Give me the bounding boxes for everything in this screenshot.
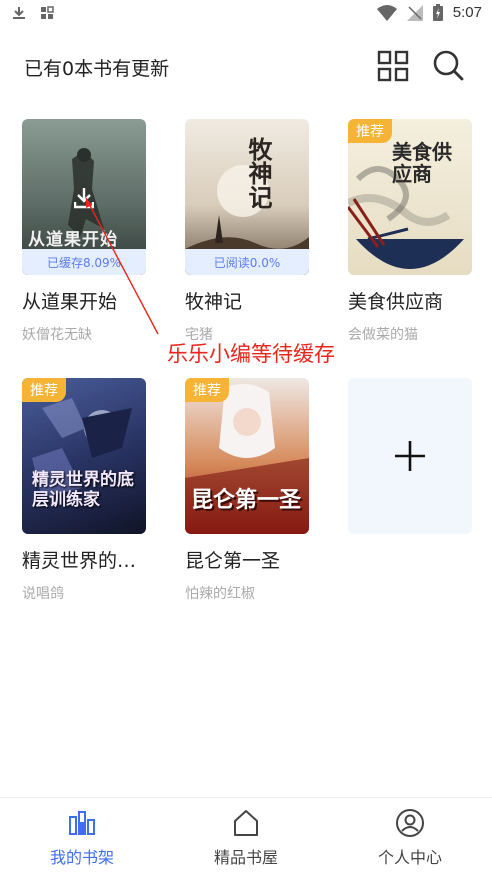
header: 已有0本书有更新 — [0, 40, 492, 96]
plus-icon — [395, 441, 425, 471]
add-book-button[interactable] — [348, 378, 472, 534]
book-cover[interactable]: 精灵世界的底层训练家 推荐 — [22, 378, 146, 534]
tab-label: 精品书屋 — [213, 848, 278, 867]
read-progress: 已阅读0.0% — [185, 249, 309, 275]
status-time: 5:07 — [452, 4, 482, 21]
user-icon — [396, 809, 424, 837]
cache-progress: 已缓存8.09% — [22, 249, 146, 275]
book-cover[interactable]: 美食供应商 推荐 — [348, 119, 472, 275]
book-title: 精灵世界的… — [22, 550, 137, 572]
download-icon — [13, 7, 25, 19]
book-cover[interactable]: 昆仑第一圣 推荐 — [185, 378, 309, 534]
book-title: 美食供应商 — [348, 291, 444, 313]
book-item[interactable]: 从道果开始 已缓存8.09% 从道果开始 妖僧花无缺 — [22, 119, 152, 344]
recommend-badge: 推荐 — [185, 378, 229, 402]
annotation-label: 乐乐小编等待缓存 — [167, 342, 335, 366]
book-title: 从道果开始 — [22, 291, 118, 313]
book-title: 牧神记 — [185, 291, 243, 313]
cover-title: 昆仑第一圣 — [191, 487, 302, 513]
tab-store[interactable]: 精品书屋 — [164, 798, 328, 875]
recommend-badge: 推荐 — [348, 119, 392, 143]
book-cover[interactable]: 从道果开始 已缓存8.09% — [22, 119, 146, 275]
no-signal-icon — [406, 4, 423, 21]
bottom-nav: 我的书架 精品书屋 个人中心 — [0, 797, 492, 875]
status-bar-left — [12, 6, 54, 20]
book-title: 昆仑第一圣 — [185, 550, 281, 572]
tab-label: 个人中心 — [377, 848, 442, 867]
tab-bookshelf[interactable]: 我的书架 — [0, 798, 164, 875]
wifi-icon — [376, 4, 397, 21]
status-bar: 5:07 — [0, 0, 492, 28]
tab-profile[interactable]: 个人中心 — [328, 798, 492, 875]
book-author: 会做菜的猫 — [348, 327, 418, 343]
bookshelf-icon — [69, 811, 95, 835]
cover-title: 牧神记 — [244, 137, 273, 209]
grid-view-icon[interactable] — [377, 50, 409, 82]
battery-icon — [432, 4, 443, 21]
book-cover[interactable]: 牧神记 已阅读0.0% — [185, 119, 309, 275]
status-bar-right: 5:07 — [376, 4, 482, 21]
book-author: 说唱鸽 — [22, 586, 64, 602]
book-item[interactable]: 昆仑第一圣 推荐 昆仑第一圣 怕辣的红椒 — [185, 378, 315, 603]
app-grid-icon — [41, 6, 54, 19]
book-author: 怕辣的红椒 — [185, 586, 255, 602]
cover-title: 精灵世界的底层训练家 — [32, 470, 134, 510]
book-author: 妖僧花无缺 — [22, 327, 92, 343]
recommend-badge: 推荐 — [22, 378, 66, 402]
download-icon — [74, 188, 94, 209]
home-icon — [234, 810, 258, 836]
book-item[interactable]: 牧神记 已阅读0.0% 牧神记 宅猪 — [185, 119, 315, 344]
cover-title: 从道果开始 — [28, 230, 118, 250]
search-icon[interactable] — [431, 48, 465, 82]
cover-title: 美食供应商 — [392, 140, 452, 186]
book-item[interactable]: 美食供应商 推荐 美食供应商 会做菜的猫 — [348, 119, 478, 344]
tab-label: 我的书架 — [49, 848, 114, 867]
update-summary: 已有0本书有更新 — [24, 58, 170, 80]
book-item[interactable]: 精灵世界的底层训练家 推荐 精灵世界的… 说唱鸽 — [22, 378, 152, 603]
